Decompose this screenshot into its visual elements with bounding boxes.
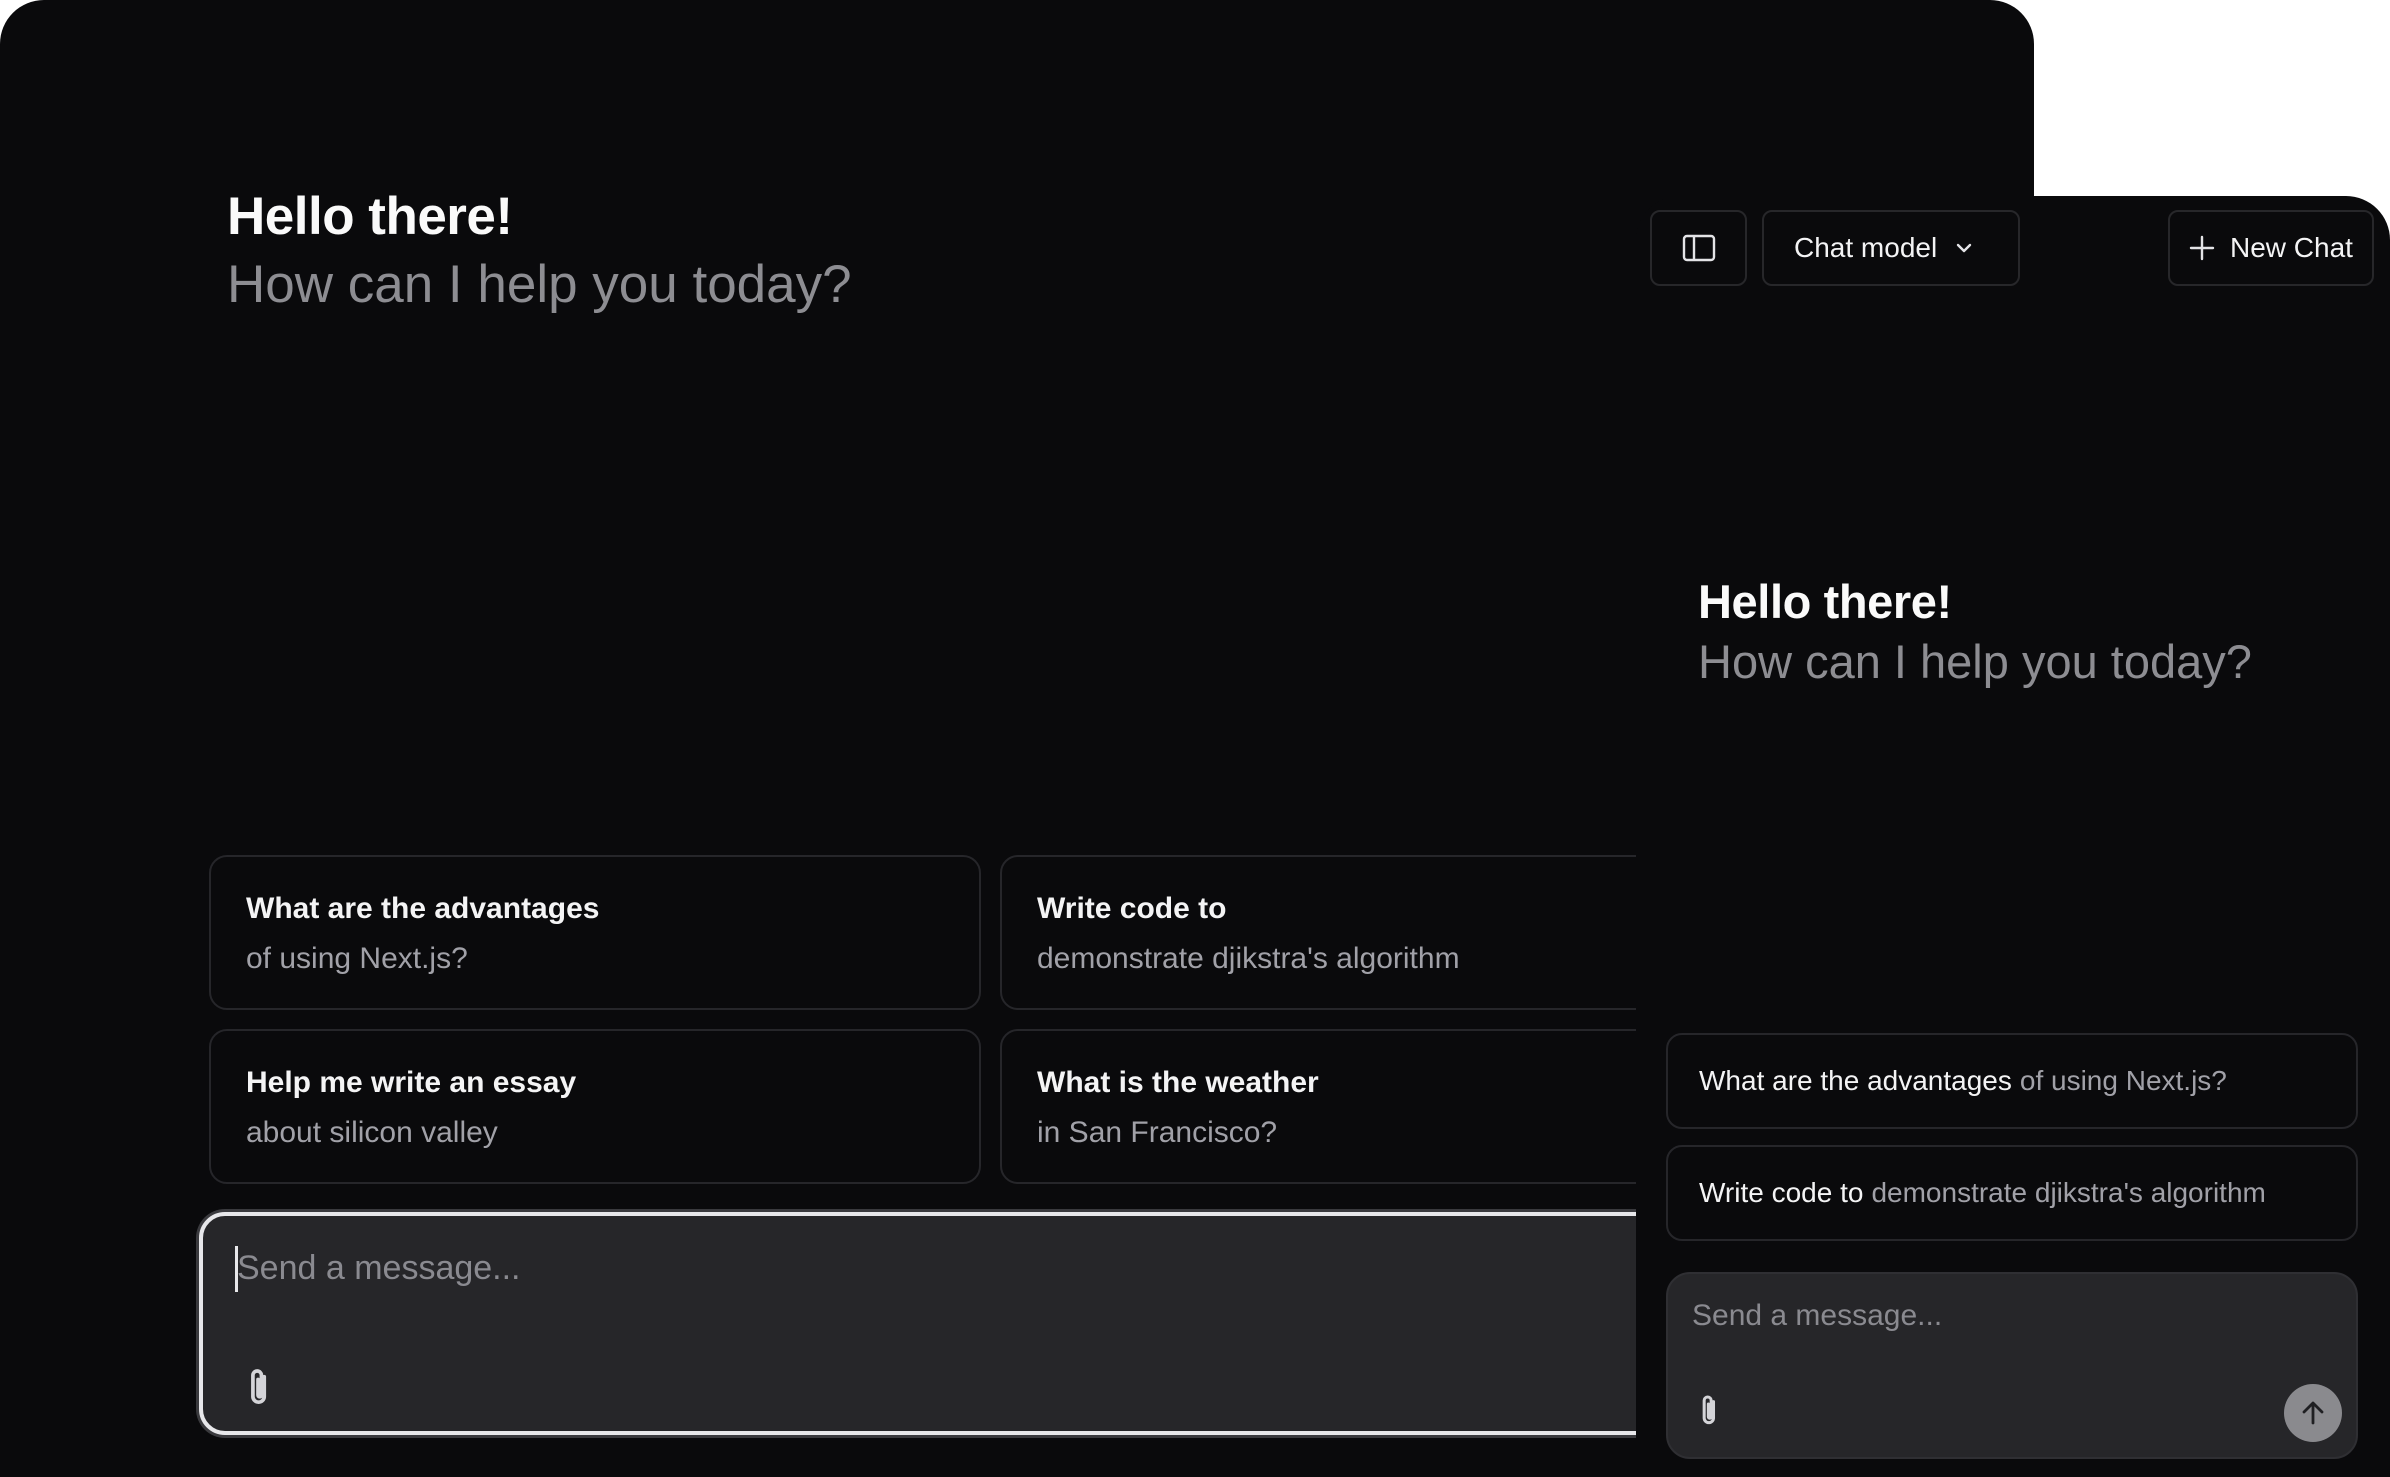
suggestion-title: What are the advantages bbox=[1699, 1065, 2012, 1096]
suggestion-title: What are the advantages bbox=[246, 892, 600, 925]
greeting-subtitle: How can I help you today? bbox=[227, 255, 852, 314]
text-caret bbox=[235, 1246, 238, 1292]
greeting-subtitle: How can I help you today? bbox=[1698, 635, 2252, 688]
paperclip-icon[interactable] bbox=[1696, 1392, 1724, 1430]
suggestion-detail: of using Next.js? bbox=[2019, 1065, 2227, 1096]
paperclip-icon[interactable] bbox=[243, 1366, 277, 1410]
mobile-chat-window: Chat model New Chat Hello there! How can… bbox=[1636, 196, 2390, 1477]
chat-model-selector[interactable]: Chat model bbox=[1762, 210, 2020, 286]
suggestion-detail: demonstrate djikstra's algorithm bbox=[1871, 1177, 2266, 1208]
greeting: Hello there! How can I help you today? bbox=[1698, 574, 2252, 692]
arrow-up-icon bbox=[2302, 1401, 2324, 1425]
suggestion-card[interactable]: Write code to demonstrate djikstra's alg… bbox=[1666, 1145, 2358, 1241]
plus-icon bbox=[2189, 235, 2215, 261]
suggestion-card[interactable]: What are the advantages of using Next.js… bbox=[209, 855, 981, 1010]
chevron-down-icon bbox=[1956, 243, 1972, 253]
suggestion-title: Help me write an essay bbox=[246, 1066, 577, 1099]
new-chat-label: New Chat bbox=[2230, 232, 2353, 263]
greeting-title: Hello there! bbox=[1698, 575, 1952, 628]
message-input[interactable]: Send a message... bbox=[1666, 1272, 2358, 1459]
new-chat-button[interactable]: New Chat bbox=[2168, 210, 2374, 286]
suggestion-detail: of using Next.js? bbox=[246, 942, 468, 975]
suggestion-detail: about silicon valley bbox=[246, 1116, 498, 1149]
message-placeholder: Send a message... bbox=[1692, 1299, 1943, 1332]
greeting: Hello there! How can I help you today? bbox=[227, 186, 852, 318]
suggestion-card[interactable]: Help me write an essay about silicon val… bbox=[209, 1029, 981, 1184]
chat-model-label: Chat model bbox=[1794, 232, 1938, 263]
message-placeholder: Send a message... bbox=[237, 1249, 521, 1287]
sidebar-toggle-icon bbox=[1682, 234, 1715, 262]
suggestion-title: Write code to bbox=[1699, 1177, 1864, 1208]
greeting-title: Hello there! bbox=[227, 187, 513, 246]
sidebar-toggle-button[interactable] bbox=[1650, 210, 1747, 286]
send-button[interactable] bbox=[2284, 1384, 2342, 1442]
suggestion-card[interactable]: What are the advantages of using Next.js… bbox=[1666, 1033, 2358, 1129]
